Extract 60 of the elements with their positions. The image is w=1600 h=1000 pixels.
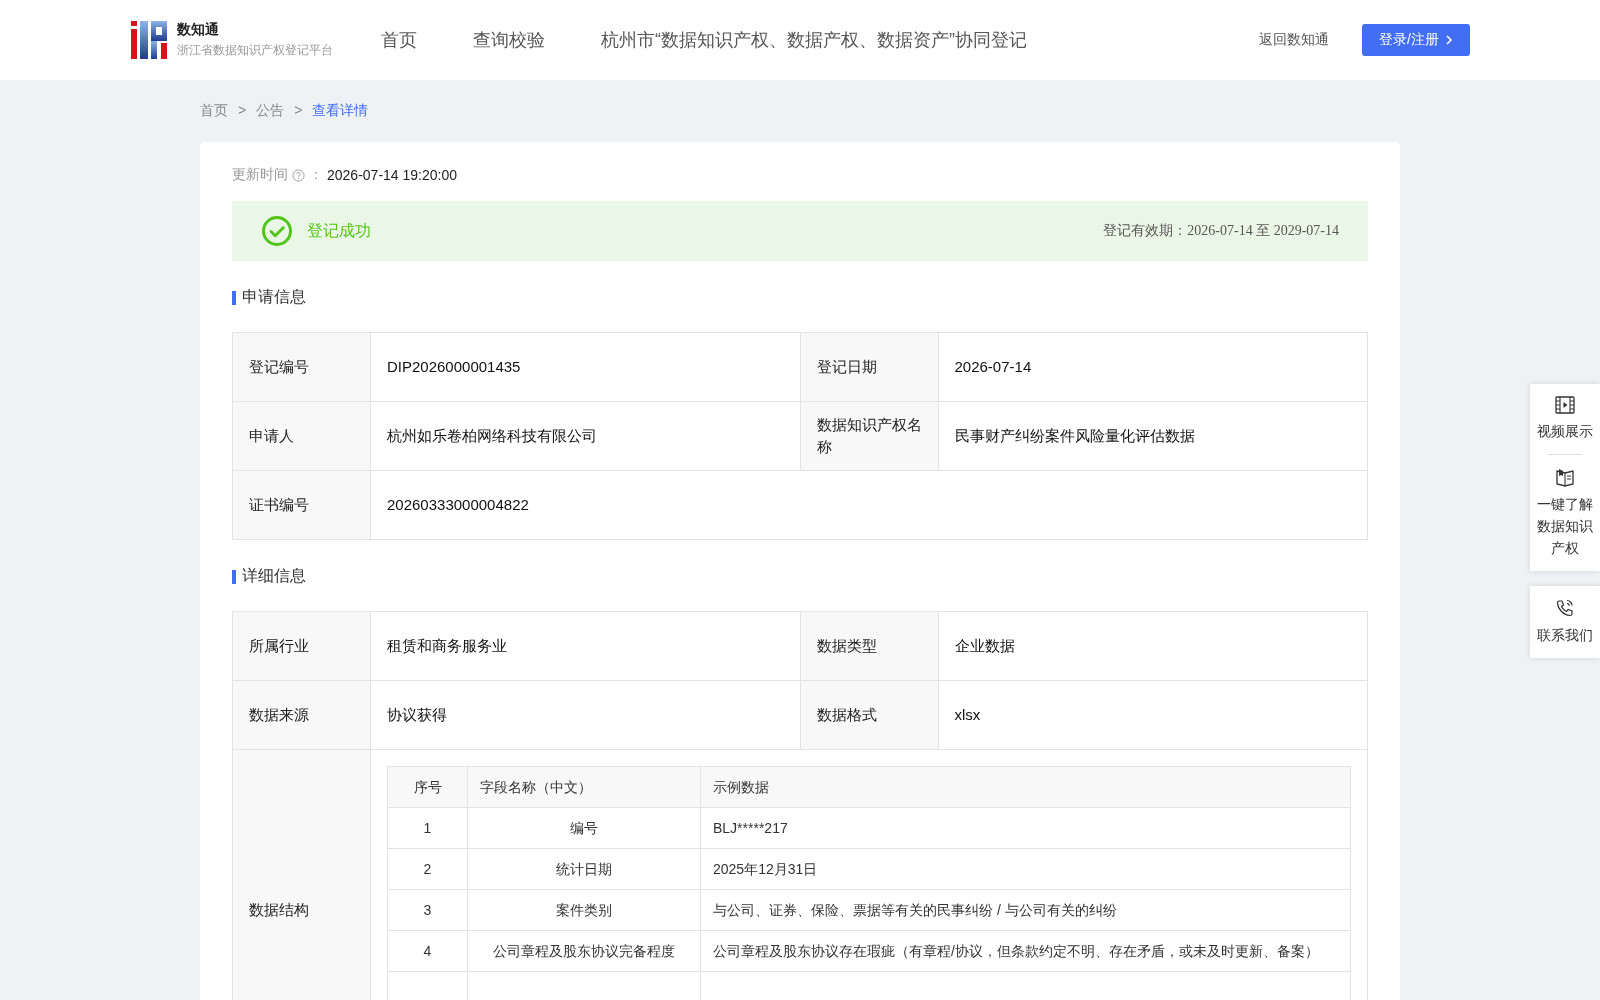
field-value: 企业数据 [938,611,1368,681]
side-link[interactable]: 一键了解数据知识产权 [1531,465,1599,561]
section-title: 申请信息 [242,287,306,307]
colon: ： [309,166,323,184]
field-label: 申请人 [232,401,371,471]
field-label: 所属行业 [232,611,371,681]
nav-link[interactable]: 查询校验 [473,28,545,52]
validity-period: 登记有效期：2026-07-14 至 2029-07-14 [1103,222,1339,240]
chevron-icon [1444,34,1453,46]
logo-icon [131,21,167,59]
field-label: 证书编号 [232,470,371,540]
field-value: 民事财产纠纷案件风险量化评估数据 [938,401,1368,471]
film-icon [1555,396,1575,414]
field-label: 数据知识产权名称 [800,401,938,471]
column-header: 示例数据 [700,766,1351,808]
section-title: 详细信息 [242,566,306,586]
field-label: 数据格式 [800,680,938,750]
phone-icon [1555,598,1575,618]
table-cell: 公司章程及股东协议存在瑕疵（有章程/协议，但条款约定不明、存在矛盾，或未及时更新、备案） [700,930,1351,972]
side-link[interactable]: 视频展示 [1531,394,1599,444]
table-cell: 公司章程及股东协议完备程度 [467,930,701,972]
table-cell: 案件类别 [467,889,701,931]
nav-link[interactable]: 杭州市“数据知识产权、数据产权、数据资产”协同登记 [601,28,1027,52]
status-text: 登记成功 [307,220,372,241]
table-cell: 2025年12月31日 [700,848,1351,890]
brand-subtitle: 浙江省数据知识产权登记平台 [177,42,333,59]
breadcrumb-separator: > [294,102,303,120]
help-icon [292,168,305,182]
back-link[interactable]: 返回数知通 [1259,31,1329,49]
table-cell: 4 [387,930,468,972]
field-label: 登记编号 [232,332,371,402]
field-value: DIP2026000001435 [370,332,800,402]
field-value: xlsx [938,680,1368,750]
table-cell: 编号 [467,807,701,849]
brand-title: 数知通 [177,21,220,39]
field-label: 登记日期 [800,332,938,402]
book-icon [1555,467,1575,487]
field-value: 杭州如乐卷柏网络科技有限公司 [370,401,800,471]
breadcrumb-current: 查看详情 [312,102,369,120]
check-circle-icon [261,215,293,247]
table-cell: 与公司、证券、保险、票据等有关的民事纠纷 / 与公司有关的纠纷 [700,889,1351,931]
update-time: 2026-07-14 19:20:00 [327,167,457,183]
column-header: 字段名称（中文） [467,766,701,808]
field-value: 协议获得 [370,680,800,750]
table-cell: BLJ*****217 [700,807,1351,849]
field-label: 数据结构 [232,749,371,1000]
nav-link[interactable]: 首页 [381,28,417,52]
table-cell: 3 [387,889,468,931]
update-label: 更新时间 [232,166,288,184]
breadcrumb-separator: > [238,102,247,120]
login-button[interactable]: 登录/注册 [1362,24,1470,56]
field-value: 2026-07-14 [938,332,1368,402]
field-label: 数据来源 [232,680,371,750]
table-cell: 2 [387,848,468,890]
field-label: 数据类型 [800,611,938,681]
column-header: 序号 [387,766,468,808]
table-cell: 1 [387,807,468,849]
table-cell: 统计日期 [467,848,701,890]
field-value: 20260333000004822 [370,470,1368,540]
field-value: 租赁和商务服务业 [370,611,800,681]
